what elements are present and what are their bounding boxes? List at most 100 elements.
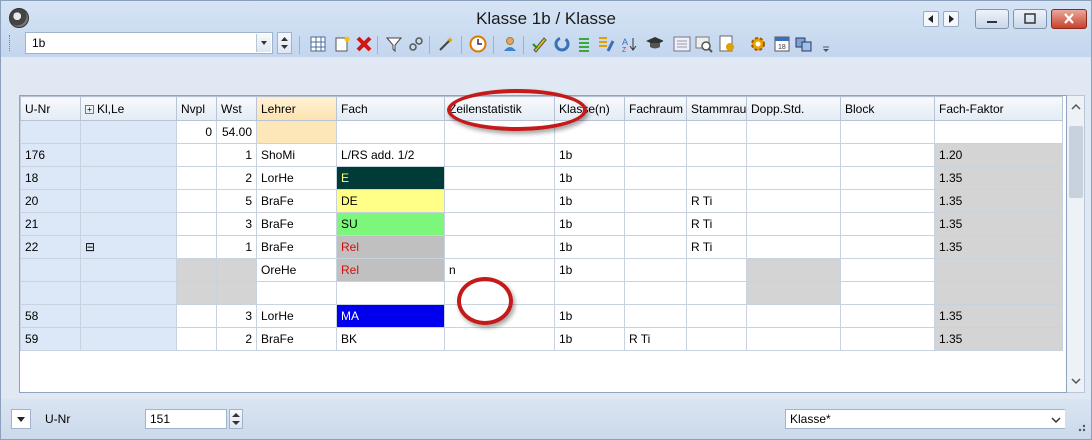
cell-nvpl[interactable] (176, 327, 217, 351)
cell-fachraum[interactable] (624, 143, 687, 167)
col-header-wst[interactable]: Wst (216, 96, 257, 121)
cell-lehrer[interactable] (256, 281, 337, 305)
unr-spinner[interactable] (229, 409, 243, 429)
cell-fachfaktor[interactable]: 1.35 (934, 235, 1063, 259)
table-row[interactable]: 22 ⊟ 1 BraFe Rel 1b R Ti 1.35 (20, 235, 1063, 259)
filter-icon[interactable] (385, 35, 403, 53)
cell-doppstd[interactable] (746, 281, 841, 305)
col-header-klle[interactable]: + Kl,Le (80, 96, 177, 121)
cell-doppstd[interactable] (746, 212, 841, 236)
table-row[interactable]: 18 2 LorHe E 1b 1.35 (20, 166, 1063, 190)
cell-lehrer[interactable]: OreHe (256, 258, 337, 282)
col-header-fach[interactable]: Fach (336, 96, 445, 121)
class-selector[interactable]: 1b (25, 32, 273, 54)
minimize-button[interactable] (975, 9, 1009, 29)
cell-block[interactable] (840, 281, 935, 305)
cell-wst[interactable]: 5 (216, 189, 257, 213)
cell-stammraum[interactable]: R Ti (686, 212, 747, 236)
calendar-icon[interactable]: 18 (773, 35, 791, 53)
cell-fachfaktor[interactable]: 1.35 (934, 166, 1063, 190)
document-settings-icon[interactable] (719, 35, 737, 53)
cell-fach[interactable]: DE (336, 189, 445, 213)
cell-fachraum[interactable] (624, 189, 687, 213)
refresh-icon[interactable] (553, 35, 571, 53)
cell-fachfaktor[interactable]: 1.35 (934, 189, 1063, 213)
cell-zeilenstatistik[interactable] (444, 143, 555, 167)
toolbar-overflow-icon[interactable] (817, 35, 835, 53)
cell-lehrer[interactable]: BraFe (256, 327, 337, 351)
cell-unr[interactable]: 176 (20, 143, 81, 167)
cell-lehrer[interactable]: LorHe (256, 166, 337, 190)
cell-fachfaktor[interactable]: 1.35 (934, 327, 1063, 351)
col-header-block[interactable]: Block (840, 96, 935, 121)
table-row[interactable]: 59 2 BraFe BK 1b R Ti 1.35 (20, 327, 1063, 351)
cell-klle[interactable] (80, 143, 177, 167)
cell-klle[interactable] (80, 258, 177, 282)
cell-unr[interactable]: 18 (20, 166, 81, 190)
cell-fach[interactable]: L/RS add. 1/2 (336, 143, 445, 167)
cell-klasse[interactable]: 1b (554, 212, 625, 236)
grid-icon[interactable] (309, 35, 327, 53)
cell-nvpl[interactable] (176, 281, 217, 305)
cell-unr[interactable]: 21 (20, 212, 81, 236)
cell-block[interactable] (840, 304, 935, 328)
cell-zeilenstatistik[interactable] (444, 189, 555, 213)
list-icon[interactable] (575, 35, 593, 53)
cell-fachraum[interactable] (624, 281, 687, 305)
marker-list-icon[interactable] (597, 35, 615, 53)
cell-doppstd[interactable] (746, 189, 841, 213)
cell-fachraum[interactable]: R Ti (624, 327, 687, 351)
cell-zeilenstatistik[interactable] (444, 327, 555, 351)
cell-fachraum[interactable] (624, 304, 687, 328)
cell-nvpl[interactable] (176, 212, 217, 236)
cell-block[interactable] (840, 327, 935, 351)
cell-klasse[interactable]: 1b (554, 235, 625, 259)
cell-fachraum[interactable] (624, 212, 687, 236)
table-row[interactable]: 176 1 ShoMi L/RS add. 1/2 1b 1.20 (20, 143, 1063, 167)
cell-klasse[interactable]: 1b (554, 166, 625, 190)
cell-block[interactable] (840, 166, 935, 190)
cell-lehrer[interactable]: ShoMi (256, 143, 337, 167)
cell-klle[interactable] (80, 212, 177, 236)
table-row[interactable]: 21 3 BraFe SU 1b R Ti 1.35 (20, 212, 1063, 236)
cell-block[interactable] (840, 143, 935, 167)
table-row[interactable]: 20 5 BraFe DE 1b R Ti 1.35 (20, 189, 1063, 213)
cell-stammraum[interactable] (686, 327, 747, 351)
graduation-cap-icon[interactable] (645, 35, 663, 53)
windows-icon[interactable] (795, 35, 813, 53)
cell-wst[interactable]: 3 (216, 212, 257, 236)
prev-record-button[interactable] (923, 11, 939, 27)
cell-unr[interactable]: 59 (20, 327, 81, 351)
cell-lehrer[interactable]: BraFe (256, 212, 337, 236)
expand-icon[interactable]: + (85, 104, 94, 114)
cell-fach[interactable]: Rel (336, 258, 445, 282)
cell-wst[interactable]: 1 (216, 235, 257, 259)
toolbar-grip[interactable] (9, 35, 12, 51)
cell-klasse[interactable]: 1b (554, 258, 625, 282)
chevron-down-icon[interactable] (256, 34, 271, 52)
cell-fach[interactable]: SU (336, 212, 445, 236)
cell-stammraum[interactable] (686, 281, 747, 305)
cell-fachraum[interactable] (624, 258, 687, 282)
cell-lehrer[interactable]: BraFe (256, 235, 337, 259)
cell-wst[interactable]: 2 (216, 327, 257, 351)
cell-nvpl[interactable] (176, 258, 217, 282)
cell-stammraum[interactable] (686, 143, 747, 167)
chevron-up-icon[interactable] (1067, 98, 1085, 116)
cell-zeilenstatistik[interactable] (444, 166, 555, 190)
cell-wst[interactable] (216, 281, 257, 305)
new-document-icon[interactable] (333, 35, 351, 53)
cell-block[interactable] (840, 235, 935, 259)
cell-unr[interactable]: 22 (20, 235, 81, 259)
col-header-fachfaktor[interactable]: Fach-Faktor (934, 96, 1063, 121)
cell-doppstd[interactable] (746, 143, 841, 167)
cell-fach[interactable]: BK (336, 327, 445, 351)
cell-block[interactable] (840, 212, 935, 236)
sort-icon[interactable]: AZ (621, 35, 639, 53)
clock-icon[interactable] (469, 35, 487, 53)
table-row[interactable]: 58 3 LorHe MA 1b 1.35 (20, 304, 1063, 328)
gear-icon[interactable] (749, 35, 767, 53)
cell-doppstd[interactable] (746, 327, 841, 351)
zoom-icon[interactable] (695, 35, 713, 53)
col-header-fachraum[interactable]: Fachraum (624, 96, 687, 121)
